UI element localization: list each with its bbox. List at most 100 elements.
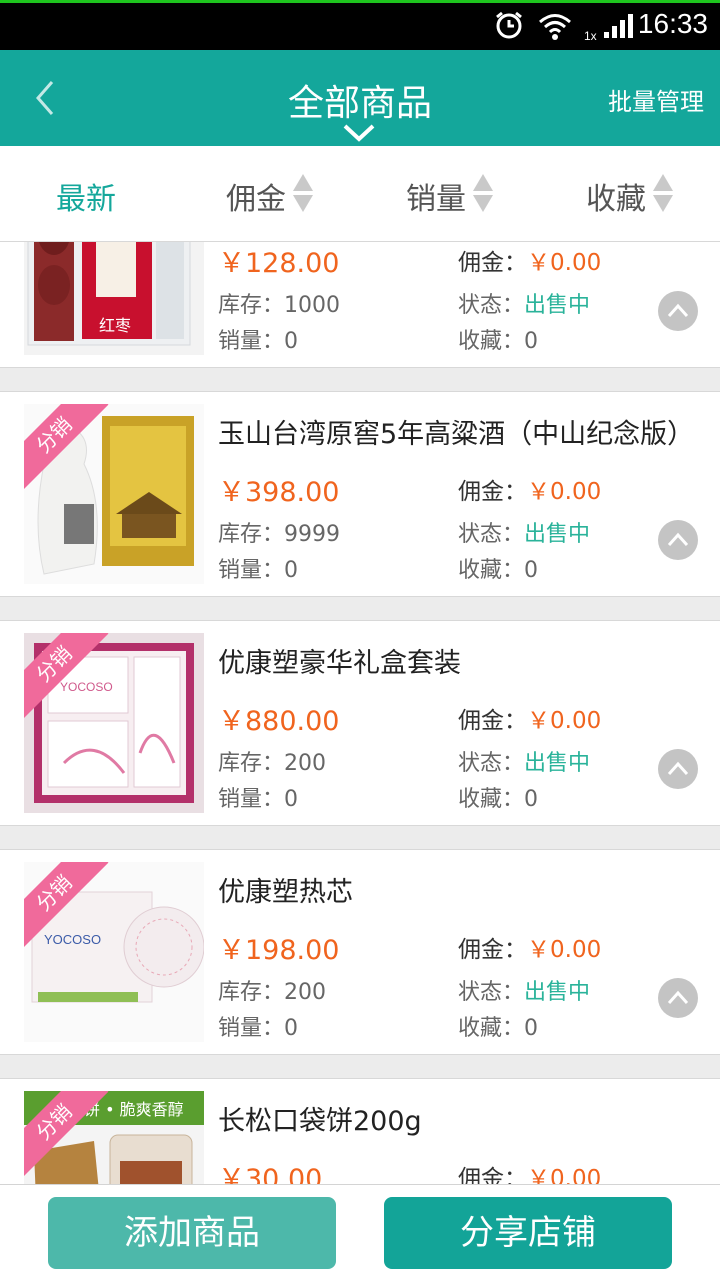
sales-value: 0 xyxy=(284,558,299,583)
commission-label: 佣金： xyxy=(458,1166,527,1184)
app-header: 全部商品 批量管理 xyxy=(0,50,720,146)
favorites-label: 收藏： xyxy=(458,558,525,583)
sort-tab-sales[interactable]: 销量 xyxy=(406,174,466,218)
sort-arrows-icon xyxy=(473,174,493,212)
sort-arrows-icon xyxy=(653,174,673,212)
product-status: 状态：出售中 xyxy=(458,974,590,1006)
sort-tab-favorites[interactable]: 收藏 xyxy=(586,174,646,218)
product-name[interactable]: 优康塑热芯 xyxy=(218,870,698,909)
stock-value: 1000 xyxy=(284,293,341,318)
chevron-up-icon xyxy=(667,761,689,776)
commission-label: 佣金： xyxy=(458,479,527,505)
chevron-up-icon xyxy=(667,532,689,547)
expand-button[interactable] xyxy=(658,291,698,331)
stock-value: 9999 xyxy=(284,522,341,547)
product-image[interactable]: YOCOSO 分销 xyxy=(24,633,204,813)
stock-label: 库存： xyxy=(218,980,285,1005)
sales-label: 销量： xyxy=(218,787,285,812)
product-price: ￥398.00 xyxy=(218,477,340,508)
product-image[interactable]: 袋饼 • 脆爽香醇 分销 xyxy=(24,1091,204,1184)
product-card[interactable]: 袋饼 • 脆爽香醇 分销 长松口袋饼200g ￥30.00 佣金：￥0.00 xyxy=(0,1078,720,1184)
favorites-value: 0 xyxy=(524,1016,539,1041)
commission-label: 佣金： xyxy=(458,937,527,963)
status-value: 出售中 xyxy=(524,980,591,1005)
product-price: ￥30.00 xyxy=(218,1164,323,1184)
chevron-down-icon[interactable] xyxy=(342,122,376,144)
batch-manage-button[interactable]: 批量管理 xyxy=(608,82,704,117)
sales-value: 0 xyxy=(284,329,299,354)
product-card[interactable]: 红枣 ￥128.00 佣金：￥0.00 库存：1000 状态：出售中 销量：0 … xyxy=(0,242,720,368)
product-sales: 销量：0 xyxy=(218,323,298,355)
status-label: 状态： xyxy=(458,980,525,1005)
chevron-up-icon xyxy=(667,303,689,318)
commission-value: ￥0.00 xyxy=(527,1166,602,1184)
status-label: 状态： xyxy=(458,751,525,776)
product-favorites: 收藏：0 xyxy=(458,323,538,355)
product-name[interactable]: 玉山台湾原窖5年高粱酒（中山纪念版） xyxy=(218,412,698,451)
add-product-button[interactable]: 添加商品 xyxy=(48,1197,336,1269)
expand-button[interactable] xyxy=(658,749,698,789)
product-status: 状态：出售中 xyxy=(458,287,590,319)
product-image-text: 红枣 xyxy=(99,316,131,335)
product-image[interactable]: 分销 xyxy=(24,404,204,584)
stock-label: 库存： xyxy=(218,293,285,318)
product-stock: 库存：200 xyxy=(218,974,326,1006)
product-name[interactable]: 长松口袋饼200g xyxy=(218,1099,698,1138)
sales-label: 销量： xyxy=(218,1016,285,1041)
sales-label: 销量： xyxy=(218,558,285,583)
product-status: 状态：出售中 xyxy=(458,516,590,548)
product-commission: 佣金：￥0.00 xyxy=(458,1159,601,1184)
wifi-icon xyxy=(539,14,571,40)
expand-button[interactable] xyxy=(658,520,698,560)
stock-label: 库存： xyxy=(218,751,285,776)
status-bar: 1x 16:33 xyxy=(0,0,720,50)
status-value: 出售中 xyxy=(524,522,591,547)
product-card[interactable]: 分销 玉山台湾原窖5年高粱酒（中山纪念版） ￥398.00 佣金：￥0.00 库… xyxy=(0,391,720,597)
product-sales: 销量：0 xyxy=(218,552,298,584)
sort-arrows-icon xyxy=(293,174,313,212)
product-sales: 销量：0 xyxy=(218,1010,298,1042)
share-store-button[interactable]: 分享店铺 xyxy=(384,1197,672,1269)
bottom-action-bar: 添加商品 分享店铺 xyxy=(0,1184,720,1280)
product-commission: 佣金：￥0.00 xyxy=(458,472,601,506)
product-card[interactable]: YOCOSO 分销 优康塑热芯 ￥198.00 佣金：￥0.00 库存：200 … xyxy=(0,849,720,1055)
product-image[interactable]: YOCOSO 分销 xyxy=(24,862,204,1042)
commission-value: ￥0.00 xyxy=(527,937,602,963)
favorites-value: 0 xyxy=(524,787,539,812)
product-card[interactable]: YOCOSO 分销 优康塑豪华礼盒套装 ￥880.00 佣金：￥0.00 库存：… xyxy=(0,620,720,826)
sales-value: 0 xyxy=(284,1016,299,1041)
product-favorites: 收藏：0 xyxy=(458,781,538,813)
product-favorites: 收藏：0 xyxy=(458,1010,538,1042)
stock-value: 200 xyxy=(284,751,327,776)
sales-label: 销量： xyxy=(218,329,285,354)
sort-tab-latest[interactable]: 最新 xyxy=(56,174,116,218)
status-value: 出售中 xyxy=(524,751,591,776)
commission-value: ￥0.00 xyxy=(527,708,602,734)
sort-tab-commission[interactable]: 佣金 xyxy=(226,174,286,218)
favorites-label: 收藏： xyxy=(458,787,525,812)
product-name[interactable]: 优康塑豪华礼盒套装 xyxy=(218,641,698,680)
sales-value: 0 xyxy=(284,787,299,812)
product-commission: 佣金：￥0.00 xyxy=(458,930,601,964)
product-image[interactable]: 红枣 xyxy=(24,242,204,355)
status-value: 出售中 xyxy=(524,293,591,318)
product-list[interactable]: 红枣 ￥128.00 佣金：￥0.00 库存：1000 状态：出售中 销量：0 … xyxy=(0,242,720,1184)
commission-label: 佣金： xyxy=(458,250,527,276)
product-favorites: 收藏：0 xyxy=(458,552,538,584)
product-stock: 库存：200 xyxy=(218,745,326,777)
product-commission: 佣金：￥0.00 xyxy=(458,243,601,277)
status-accent-line xyxy=(0,0,720,3)
expand-button[interactable] xyxy=(658,978,698,1018)
favorites-label: 收藏： xyxy=(458,1016,525,1041)
alarm-icon xyxy=(496,11,522,39)
signal-icon: 1x xyxy=(584,14,633,42)
favorites-label: 收藏： xyxy=(458,329,525,354)
product-sales: 销量：0 xyxy=(218,781,298,813)
product-image-text: YOCOSO xyxy=(60,680,113,694)
stock-label: 库存： xyxy=(218,522,285,547)
stock-value: 200 xyxy=(284,980,327,1005)
product-stock: 库存：9999 xyxy=(218,516,340,548)
status-label: 状态： xyxy=(458,293,525,318)
chevron-up-icon xyxy=(667,990,689,1005)
product-commission: 佣金：￥0.00 xyxy=(458,701,601,735)
